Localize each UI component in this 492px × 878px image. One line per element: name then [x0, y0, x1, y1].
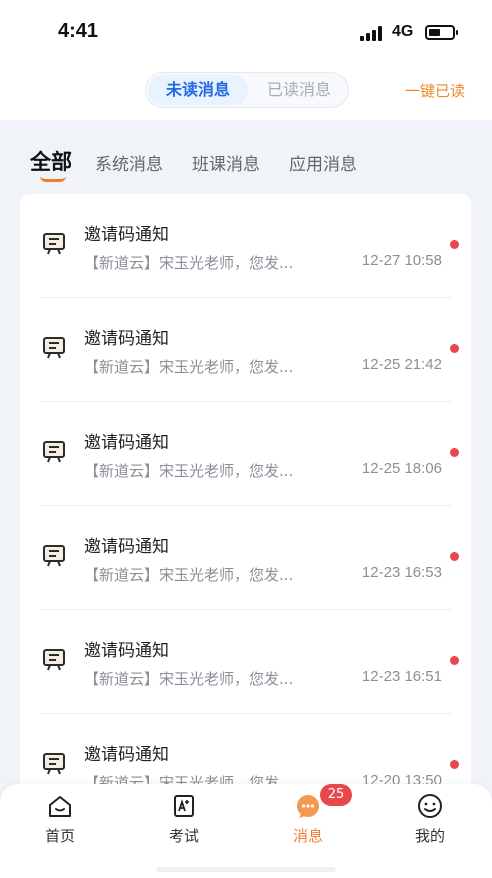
nav-exam[interactable]: 考试	[124, 784, 244, 854]
message-date: 12-23 16:51	[361, 668, 442, 685]
tab-app[interactable]: 应用消息	[289, 150, 357, 175]
message-preview: 【新道云】宋玉光老师，您发...	[84, 254, 294, 272]
message-date: 12-27 10:58	[361, 252, 442, 269]
notice-board-icon	[43, 233, 65, 255]
message-item[interactable]: 邀请码通知 【新道云】宋玉光老师，您发... 12-20 13:50	[20, 714, 471, 794]
message-item[interactable]: 邀请码通知 【新道云】宋玉光老师，您发... 12-23 16:53	[20, 506, 471, 610]
unread-dot	[450, 760, 459, 769]
message-title: 邀请码通知	[84, 329, 169, 349]
message-preview: 【新道云】宋玉光老师，您发...	[84, 358, 294, 376]
message-title: 邀请码通知	[84, 537, 169, 557]
message-preview: 【新道云】宋玉光老师，您发...	[84, 462, 294, 480]
message-title: 邀请码通知	[84, 745, 169, 765]
message-date: 12-23 16:53	[361, 564, 442, 581]
notice-board-icon	[43, 753, 65, 775]
message-title: 邀请码通知	[84, 641, 169, 661]
unread-dot	[450, 240, 459, 249]
message-item[interactable]: 邀请码通知 【新道云】宋玉光老师，您发... 12-23 16:51	[20, 610, 471, 714]
read-status-segmented-control: 未读消息 已读消息	[145, 72, 349, 108]
nav-profile[interactable]: 我的	[370, 784, 490, 854]
message-date: 12-25 18:06	[361, 460, 442, 477]
top-area: 4:41 4G 未读消息 已读消息 一键已读	[0, 0, 492, 120]
message-icon	[297, 795, 319, 818]
unread-dot	[450, 552, 459, 561]
notice-board-icon	[43, 649, 65, 671]
message-preview: 【新道云】宋玉光老师，您发...	[84, 566, 294, 584]
tab-class[interactable]: 班课消息	[192, 150, 260, 175]
nav-home[interactable]: 首页	[0, 784, 120, 854]
unread-dot	[450, 344, 459, 353]
message-item[interactable]: 邀请码通知 【新道云】宋玉光老师，您发... 12-27 10:58	[20, 194, 471, 298]
message-title: 邀请码通知	[84, 225, 169, 245]
nav-messages-label: 消息	[292, 827, 323, 845]
active-tab-indicator	[40, 176, 66, 182]
tab-system[interactable]: 系统消息	[95, 150, 163, 175]
message-item[interactable]: 邀请码通知 【新道云】宋玉光老师，您发... 12-25 21:42	[20, 298, 471, 402]
status-time: 4:41	[58, 20, 99, 42]
segment-unread[interactable]: 未读消息	[148, 75, 248, 105]
notice-board-icon	[43, 337, 65, 359]
exam-icon	[174, 795, 194, 817]
category-tabs: 全部 系统消息 班课消息 应用消息	[0, 120, 492, 194]
message-preview: 【新道云】宋玉光老师，您发...	[84, 670, 294, 688]
bottom-tab-bar: 首页 考试 消息 25 我的	[0, 784, 492, 878]
signal-icon	[360, 25, 384, 41]
tab-all[interactable]: 全部	[30, 146, 72, 176]
network-type: 4G	[392, 23, 414, 40]
unread-dot	[450, 656, 459, 665]
unread-dot	[450, 448, 459, 457]
message-list: 邀请码通知 【新道云】宋玉光老师，您发... 12-27 10:58 邀请码通知…	[20, 194, 471, 794]
segment-read[interactable]: 已读消息	[252, 75, 346, 105]
message-title: 邀请码通知	[84, 433, 169, 453]
message-date: 12-25 21:42	[361, 356, 442, 373]
nav-home-label: 首页	[44, 827, 75, 845]
notice-board-icon	[43, 545, 65, 567]
message-count-badge: 25	[320, 784, 352, 806]
mark-all-read-button[interactable]: 一键已读	[405, 80, 465, 101]
nav-exam-label: 考试	[168, 827, 199, 845]
home-indicator	[156, 867, 336, 872]
home-icon	[49, 796, 71, 817]
message-item[interactable]: 邀请码通知 【新道云】宋玉光老师，您发... 12-25 18:06	[20, 402, 471, 506]
profile-icon	[418, 794, 442, 818]
notice-board-icon	[43, 441, 65, 463]
nav-profile-label: 我的	[414, 827, 445, 845]
battery-icon	[425, 25, 458, 40]
status-bar: 4:41 4G	[0, 0, 492, 64]
